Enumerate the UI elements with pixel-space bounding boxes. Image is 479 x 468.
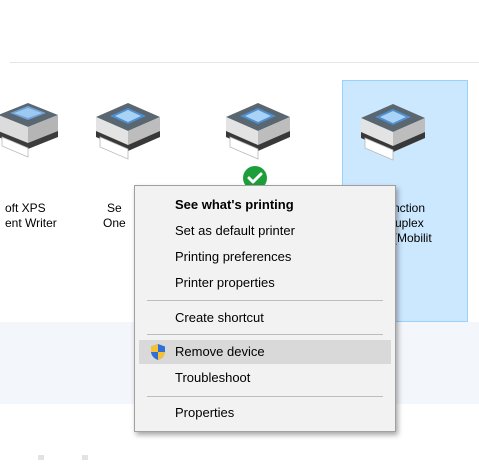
menu-item-printing-preferences[interactable]: Printing preferences xyxy=(139,245,391,269)
printer-icon xyxy=(361,104,425,161)
menu-item-troubleshoot[interactable]: Troubleshoot xyxy=(139,366,391,390)
device-label: oft XPS ent Writer xyxy=(5,201,57,230)
menu-item-label: Create shortcut xyxy=(175,310,264,325)
menu-item-printer-properties[interactable]: Printer properties xyxy=(139,271,391,295)
menu-item-label: Troubleshoot xyxy=(175,370,251,385)
device-label: Se One xyxy=(103,201,126,230)
menu-item-set-default-printer[interactable]: Set as default printer xyxy=(139,219,391,243)
menu-item-label: Printer properties xyxy=(175,275,275,290)
printer-icon xyxy=(0,103,58,158)
menu-separator xyxy=(147,334,383,335)
menu-item-properties[interactable]: Properties xyxy=(139,401,391,425)
menu-item-label: Printing preferences xyxy=(175,249,292,264)
device-tile[interactable]: oft XPS ent Writer xyxy=(0,63,80,322)
menu-separator xyxy=(147,396,383,397)
shield-icon xyxy=(151,344,165,360)
menu-item-create-shortcut[interactable]: Create shortcut xyxy=(139,306,391,330)
menu-item-label: Remove device xyxy=(175,344,265,359)
printer-icon xyxy=(96,103,160,160)
top-area xyxy=(0,0,479,62)
menu-separator xyxy=(147,300,383,301)
partial-icons xyxy=(38,455,88,460)
menu-item-see-whats-printing[interactable]: See what's printing xyxy=(139,193,391,217)
context-menu: See what's printing Set as default print… xyxy=(134,185,396,432)
menu-item-label: Properties xyxy=(175,405,235,420)
printer-icon xyxy=(226,103,290,160)
menu-item-remove-device[interactable]: Remove device xyxy=(139,340,391,364)
menu-item-label: See what's printing xyxy=(175,197,294,212)
menu-item-label: Set as default printer xyxy=(175,223,295,238)
